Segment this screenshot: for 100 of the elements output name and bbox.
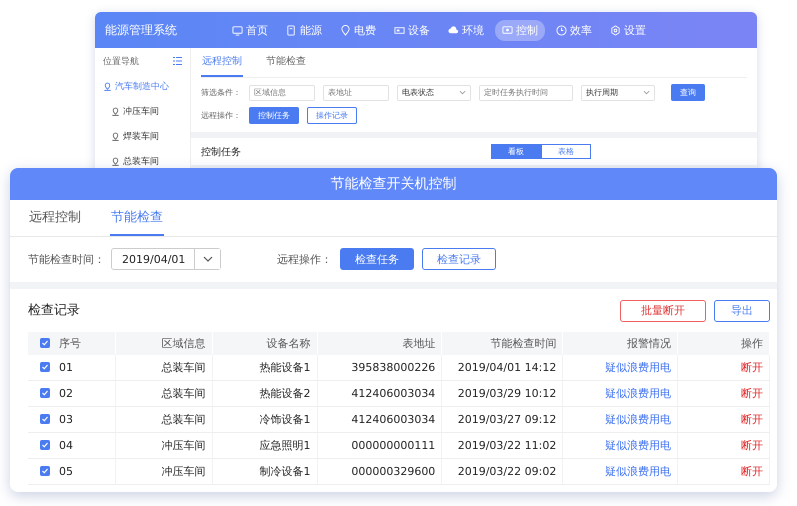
sidebar-item[interactable]: 汽车制造中心	[95, 74, 190, 99]
table-cell: 总装车间	[162, 360, 206, 374]
dialog-title: 节能检查开关机控制	[10, 168, 777, 200]
alarm-link[interactable]: 疑似浪费用电	[605, 412, 672, 426]
caret-icon	[459, 90, 466, 95]
query-button[interactable]: 查询	[671, 84, 705, 101]
input-field[interactable]: 表地址	[323, 84, 389, 100]
view-toggle[interactable]: 看板	[491, 144, 541, 159]
table-cell: 冷饰设备1	[260, 412, 311, 426]
table-cell: 04	[59, 438, 73, 452]
nav-item[interactable]: 效率	[549, 20, 599, 40]
card-title: 检查记录	[28, 302, 80, 320]
nav-item[interactable]: 环境	[441, 20, 491, 40]
column-header: 报警情况	[627, 336, 672, 350]
disconnect-link[interactable]: 断开	[741, 438, 763, 452]
nav-item[interactable]: 首页	[225, 20, 275, 40]
checkbox[interactable]	[40, 440, 50, 450]
cloud-icon	[448, 24, 459, 36]
select-field[interactable]: 电表状态	[397, 84, 471, 100]
gear-icon	[610, 24, 621, 36]
tab[interactable]: 节能检查	[265, 48, 307, 77]
table-cell: 冲压车间	[162, 464, 206, 478]
disconnect-all-button[interactable]: 批量断开	[620, 300, 706, 322]
table-cell: 02	[59, 386, 73, 400]
tab[interactable]: 节能检查	[110, 200, 164, 236]
checkbox[interactable]	[40, 466, 50, 476]
table-cell: 2019/04/01 14:12	[458, 360, 556, 374]
pin-icon	[340, 24, 351, 36]
operation-button[interactable]: 检查记录	[422, 248, 496, 270]
column-header: 表地址	[402, 336, 436, 350]
table-cell: 应急照明1	[260, 438, 311, 452]
alarm-link[interactable]: 疑似浪费用电	[605, 386, 672, 400]
date-label: 节能检查时间：	[28, 252, 105, 266]
column-header: 节能检查时间	[490, 336, 556, 350]
column-header: 操作	[741, 336, 763, 350]
location-icon	[111, 107, 120, 116]
alarm-link[interactable]: 疑似浪费用电	[605, 464, 672, 478]
table-cell: 2019/03/22 11:02	[458, 438, 556, 452]
nav-item[interactable]: 设备	[387, 20, 437, 40]
menu-icon[interactable]	[173, 57, 182, 65]
sidebar-item[interactable]: 焊装车间	[95, 124, 190, 149]
nav-item[interactable]: 能源	[279, 20, 329, 40]
location-icon	[111, 132, 120, 141]
monitor-icon	[232, 24, 243, 36]
table-cell: 2019/03/27 09:12	[458, 412, 556, 426]
input-field[interactable]: 区域信息	[249, 84, 315, 100]
filter-label: 筛选条件：	[201, 87, 241, 98]
column-header: 区域信息	[162, 336, 206, 350]
disconnect-link[interactable]: 断开	[741, 412, 763, 426]
card-title: 控制任务	[201, 146, 242, 158]
export-button[interactable]: 导出	[714, 300, 770, 322]
operation-button[interactable]: 操作记录	[307, 107, 357, 124]
checkbox[interactable]	[40, 362, 50, 372]
date-field[interactable]: 2019/04/01	[111, 248, 221, 270]
disconnect-link[interactable]: 断开	[741, 360, 763, 374]
checkbox[interactable]	[40, 388, 50, 398]
sidebar-item[interactable]: 冲压车间	[95, 99, 190, 124]
checkbox[interactable]	[40, 414, 50, 424]
tab[interactable]: 远程控制	[28, 200, 82, 236]
select-field[interactable]: 执行周期	[581, 84, 655, 100]
operation-label: 远程操作：	[201, 110, 241, 121]
location-icon	[111, 157, 120, 166]
input-field[interactable]: 定时任务执行时间	[479, 84, 573, 100]
table-cell: 热能设备1	[260, 360, 311, 374]
table-cell: 000000000111	[351, 438, 436, 452]
checkbox[interactable]	[40, 338, 50, 348]
control-icon	[502, 24, 513, 36]
caret-icon	[202, 256, 212, 262]
operation-button[interactable]: 控制任务	[249, 107, 299, 124]
table-cell: 2019/03/22 09:02	[458, 464, 556, 478]
table-cell: 05	[59, 464, 73, 478]
table-cell: 总装车间	[162, 386, 206, 400]
table-cell: 395838000226	[351, 360, 436, 374]
caret-icon	[643, 90, 650, 95]
table-cell: 01	[59, 360, 73, 374]
disconnect-link[interactable]: 断开	[741, 386, 763, 400]
sidebar-title: 位置导航	[103, 56, 139, 68]
table-cell: 冲压车间	[162, 438, 206, 452]
table-cell: 2019/03/29 10:12	[458, 386, 556, 400]
table-cell: 03	[59, 412, 73, 426]
table-cell: 412406003034	[351, 386, 436, 400]
column-header: 设备名称	[266, 336, 311, 350]
operation-label: 远程操作：	[277, 252, 332, 266]
operation-button[interactable]: 检查任务	[340, 248, 414, 270]
disconnect-link[interactable]: 断开	[741, 464, 763, 478]
alarm-link[interactable]: 疑似浪费用电	[605, 438, 672, 452]
alarm-link[interactable]: 疑似浪费用电	[605, 360, 672, 374]
view-toggle[interactable]: 表格	[541, 144, 591, 159]
clock-icon	[556, 24, 567, 36]
table-cell: 412406003034	[351, 412, 436, 426]
column-header: 序号	[59, 336, 81, 350]
nav-item[interactable]: 电费	[333, 20, 383, 40]
table-cell: 热能设备2	[260, 386, 311, 400]
location-icon	[103, 82, 112, 91]
dropdown-button[interactable]	[194, 249, 220, 269]
table-cell: 制冷设备1	[260, 464, 311, 478]
tab[interactable]: 远程控制	[201, 48, 243, 77]
nav-item[interactable]: 设置	[603, 20, 653, 40]
table-cell: 总装车间	[162, 412, 206, 426]
table-cell: 000000329600	[351, 464, 436, 478]
